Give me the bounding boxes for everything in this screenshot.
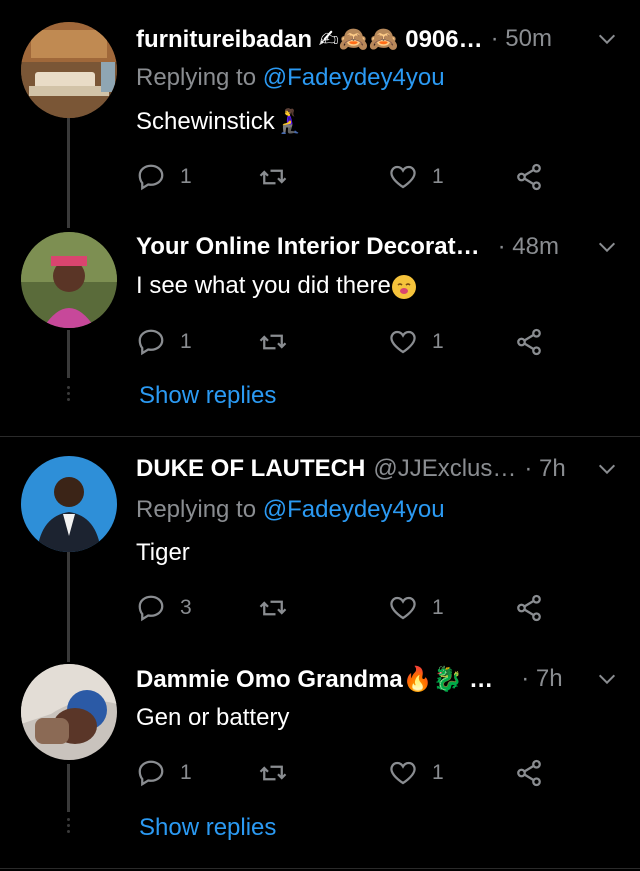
divider — [0, 436, 640, 437]
reply-icon — [138, 595, 164, 622]
retweet-button[interactable] — [258, 756, 302, 790]
reply-icon — [138, 164, 164, 191]
avatar[interactable] — [21, 664, 117, 760]
thread-line — [67, 764, 70, 812]
divider — [0, 868, 640, 869]
display-name[interactable]: DUKE OF LAUTECH — [136, 455, 365, 483]
like-button[interactable]: 1 — [388, 591, 444, 625]
reply-count: 3 — [180, 596, 192, 619]
tweet-text: Schewinstick🧎‍♀️ — [136, 108, 305, 135]
avatar[interactable] — [21, 232, 117, 328]
retweet-icon — [259, 765, 287, 781]
display-name[interactable]: Dammie Omo Grandma🔥🐉 … — [136, 665, 493, 694]
like-count: 1 — [432, 330, 444, 353]
tweet-text: I see what you did there — [136, 272, 417, 300]
face-emoji-icon — [391, 274, 416, 299]
reply-count: 1 — [180, 165, 192, 188]
tweet-header: Dammie Omo Grandma🔥🐉 … · 7h — [136, 662, 640, 696]
share-icon — [517, 759, 541, 787]
thread-dots — [66, 386, 71, 404]
tweet-actions: 1 1 — [136, 325, 556, 359]
retweet-button[interactable] — [258, 591, 302, 625]
tweet-actions: 1 1 — [136, 160, 556, 194]
chevron-down-icon[interactable] — [596, 458, 618, 480]
chevron-down-icon[interactable] — [596, 668, 618, 690]
mention-link[interactable]: @Fadeydey4you — [263, 496, 445, 523]
chevron-down-icon[interactable] — [596, 236, 618, 258]
tweet-actions: 1 1 — [136, 756, 556, 790]
replying-to: Replying to @Fadeydey4you — [136, 496, 445, 523]
like-button[interactable]: 1 — [388, 325, 444, 359]
thread-line — [67, 330, 70, 378]
reply-button[interactable]: 1 — [136, 160, 192, 194]
like-count: 1 — [432, 596, 444, 619]
show-replies-link[interactable]: Show replies — [139, 382, 276, 410]
timestamp[interactable]: · 7h — [521, 665, 562, 693]
tweet-header: furnitureibadan ✍🙈🙈 0906… · 50m — [136, 22, 640, 56]
heart-icon — [390, 165, 416, 189]
timestamp[interactable]: · 50m — [491, 25, 552, 53]
retweet-icon — [259, 169, 287, 185]
share-button[interactable] — [514, 160, 544, 194]
share-button[interactable] — [514, 325, 544, 359]
heart-icon — [390, 761, 416, 785]
share-button[interactable] — [514, 591, 544, 625]
tweet-actions: 3 1 — [136, 591, 556, 625]
like-button[interactable]: 1 — [388, 160, 444, 194]
tweet-header: Your Online Interior Decorat… · 48m — [136, 230, 640, 264]
share-icon — [517, 163, 541, 191]
reply-icon — [138, 329, 164, 356]
like-button[interactable]: 1 — [388, 756, 444, 790]
reply-button[interactable]: 1 — [136, 325, 192, 359]
retweet-button[interactable] — [258, 325, 302, 359]
share-icon — [517, 328, 541, 356]
reply-count: 1 — [180, 330, 192, 353]
like-count: 1 — [432, 165, 444, 188]
thread-line — [67, 552, 70, 662]
avatar[interactable] — [21, 456, 117, 552]
tweet-header: DUKE OF LAUTECH @JJExclus… · 7h — [136, 452, 640, 486]
reply-button[interactable]: 3 — [136, 591, 192, 625]
handle[interactable]: @JJExclus… — [373, 455, 516, 483]
reply-button[interactable]: 1 — [136, 756, 192, 790]
tweet-text: Gen or battery — [136, 704, 290, 731]
timestamp[interactable]: · 7h — [524, 455, 565, 483]
retweet-button[interactable] — [258, 160, 302, 194]
share-icon — [517, 594, 541, 622]
display-name[interactable]: furnitureibadan ✍🙈🙈 0906… — [136, 25, 483, 54]
thread-dots — [66, 818, 71, 836]
show-replies-link[interactable]: Show replies — [139, 814, 276, 842]
replying-to: Replying to @Fadeydey4you — [136, 64, 445, 91]
retweet-icon — [259, 334, 287, 350]
display-name[interactable]: Your Online Interior Decorat… — [136, 233, 480, 261]
heart-icon — [390, 596, 416, 620]
share-button[interactable] — [514, 756, 544, 790]
heart-icon — [390, 330, 416, 354]
timestamp[interactable]: · 48m — [498, 233, 559, 261]
avatar[interactable] — [21, 22, 117, 118]
retweet-icon — [259, 600, 287, 616]
tweet-text: Tiger — [136, 539, 190, 566]
reply-icon — [138, 760, 164, 787]
reply-count: 1 — [180, 761, 192, 784]
like-count: 1 — [432, 761, 444, 784]
chevron-down-icon[interactable] — [596, 28, 618, 50]
mention-link[interactable]: @Fadeydey4you — [263, 64, 445, 91]
thread-line — [67, 118, 70, 228]
